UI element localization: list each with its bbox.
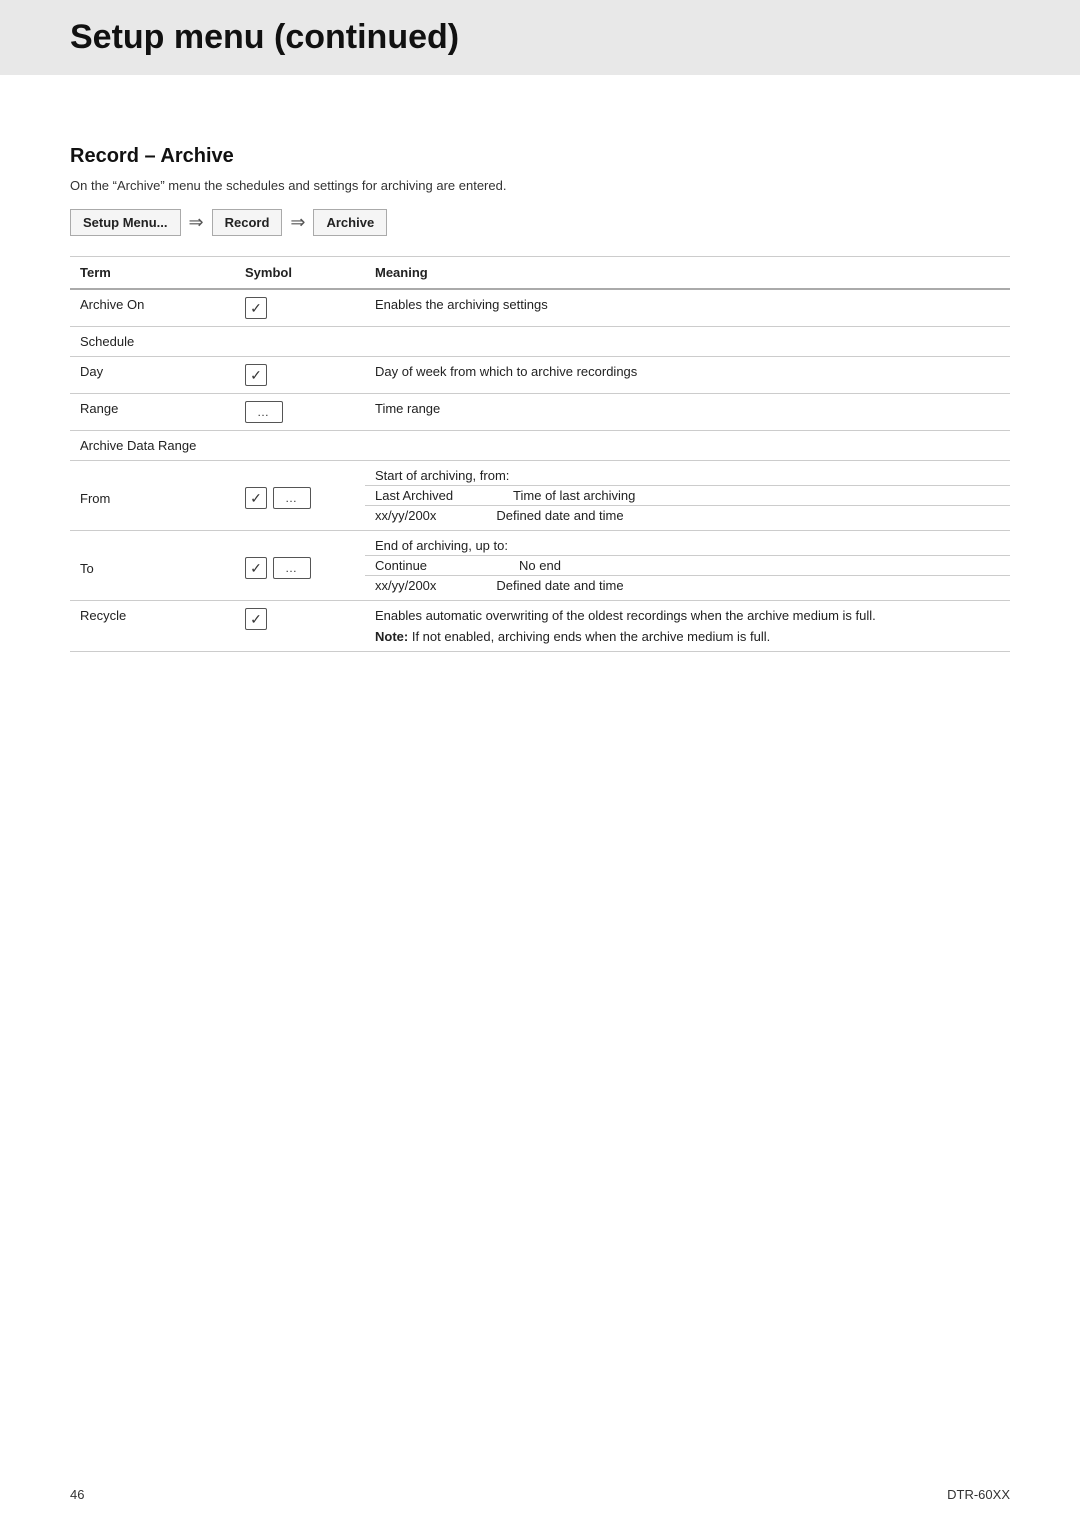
term-range: Range bbox=[70, 394, 235, 431]
meaning-to-sub1: ContinueNo end bbox=[365, 556, 1010, 576]
col-header-term: Term bbox=[70, 257, 235, 290]
col-header-meaning: Meaning bbox=[365, 257, 1010, 290]
page-content: Record – Archive On the “Archive” menu t… bbox=[0, 105, 1080, 732]
meaning-from-sub1: Last ArchivedTime of last archiving bbox=[365, 486, 1010, 506]
symbol-schedule bbox=[235, 327, 365, 357]
symbol-day: ✓ bbox=[235, 357, 365, 394]
col-header-symbol: Symbol bbox=[235, 257, 365, 290]
term-archive-on: Archive On bbox=[70, 289, 235, 327]
meaning-schedule bbox=[365, 327, 1010, 357]
breadcrumb: Setup Menu... ⇒ Record ⇒ Archive bbox=[70, 209, 1010, 236]
term-day: Day bbox=[70, 357, 235, 394]
term-archive-data-range: Archive Data Range bbox=[70, 431, 235, 461]
checkbox-icon: ✓ bbox=[245, 608, 267, 630]
symbol-to: ✓ … bbox=[235, 531, 365, 601]
meaning-from-header: Start of archiving, from: bbox=[365, 461, 1010, 486]
term-from: From bbox=[70, 461, 235, 531]
breadcrumb-archive: Archive bbox=[313, 209, 387, 236]
ellipsis-icon: … bbox=[273, 557, 311, 579]
term-to: To bbox=[70, 531, 235, 601]
page-number: 46 bbox=[70, 1487, 84, 1502]
intro-text: On the “Archive” menu the schedules and … bbox=[70, 178, 1010, 193]
table-row: To ✓ … End of archiving, up to: bbox=[70, 531, 1010, 556]
checkbox-icon: ✓ bbox=[245, 364, 267, 386]
term-schedule: Schedule bbox=[70, 327, 235, 357]
breadcrumb-record: Record bbox=[212, 209, 283, 236]
symbol-archive-data-range bbox=[235, 431, 365, 461]
symbol-archive-on: ✓ bbox=[235, 289, 365, 327]
checkbox-icon: ✓ bbox=[245, 297, 267, 319]
ellipsis-icon: … bbox=[245, 401, 283, 423]
page-header: Setup menu (continued) bbox=[0, 0, 1080, 75]
meaning-archive-on: Enables the archiving settings bbox=[365, 289, 1010, 327]
ellipsis-icon: … bbox=[273, 487, 311, 509]
meaning-to-sub2: xx/yy/200xDefined date and time bbox=[365, 576, 1010, 601]
breadcrumb-setup-menu: Setup Menu... bbox=[70, 209, 181, 236]
breadcrumb-arrow-1: ⇒ bbox=[189, 212, 204, 233]
checkbox-icon: ✓ bbox=[245, 557, 267, 579]
footer: 46 DTR-60XX bbox=[70, 1487, 1010, 1502]
table-row: Schedule bbox=[70, 327, 1010, 357]
meaning-recycle: Enables automatic overwriting of the old… bbox=[365, 601, 1010, 652]
table-row: Recycle ✓ Enables automatic overwriting … bbox=[70, 601, 1010, 652]
breadcrumb-arrow-2: ⇒ bbox=[290, 212, 305, 233]
symbol-range: … bbox=[235, 394, 365, 431]
meaning-day: Day of week from which to archive record… bbox=[365, 357, 1010, 394]
meaning-to-header: End of archiving, up to: bbox=[365, 531, 1010, 556]
meaning-range: Time range bbox=[365, 394, 1010, 431]
term-recycle: Recycle bbox=[70, 601, 235, 652]
symbol-from: ✓ … bbox=[235, 461, 365, 531]
meaning-from-sub2: xx/yy/200xDefined date and time bbox=[365, 506, 1010, 531]
table-row: Day ✓ Day of week from which to archive … bbox=[70, 357, 1010, 394]
table-row: Archive On ✓ Enables the archiving setti… bbox=[70, 289, 1010, 327]
checkbox-icon: ✓ bbox=[245, 487, 267, 509]
table-row: Range … Time range bbox=[70, 394, 1010, 431]
section-title: Record – Archive bbox=[70, 145, 1010, 168]
meaning-archive-data-range bbox=[365, 431, 1010, 461]
page-title: Setup menu (continued) bbox=[70, 18, 1010, 57]
table-row: Archive Data Range bbox=[70, 431, 1010, 461]
settings-table: Term Symbol Meaning Archive On ✓ Enables… bbox=[70, 256, 1010, 652]
model-number: DTR-60XX bbox=[947, 1487, 1010, 1502]
symbol-recycle: ✓ bbox=[235, 601, 365, 652]
note-label: Note: bbox=[375, 629, 408, 644]
table-row: From ✓ … Start of archiving, from: bbox=[70, 461, 1010, 486]
